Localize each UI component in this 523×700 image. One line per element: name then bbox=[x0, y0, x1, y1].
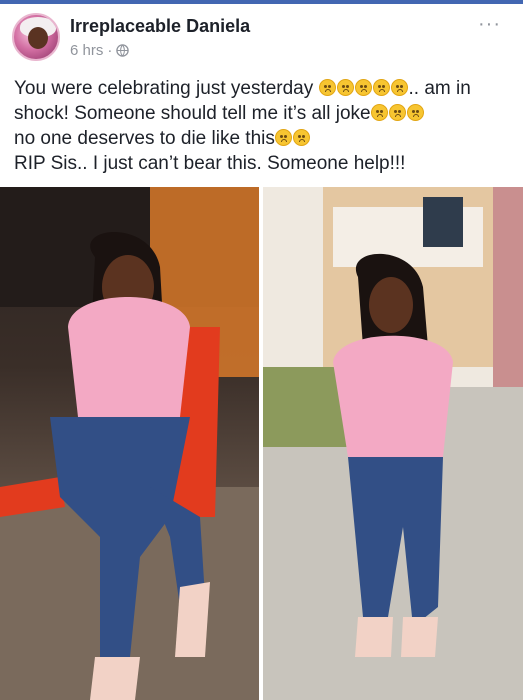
crying-emoji-icon bbox=[318, 79, 336, 96]
sad-emoji-icon bbox=[292, 129, 310, 146]
sad-emoji-icon bbox=[370, 104, 388, 121]
globe-icon bbox=[116, 44, 130, 57]
post-header: Irreplaceable Daniela 6 hrs · ··· bbox=[0, 4, 523, 66]
photo-grid bbox=[0, 187, 523, 700]
avatar[interactable] bbox=[12, 13, 60, 61]
crying-emoji-icon bbox=[274, 129, 292, 146]
sad-emoji-icon bbox=[390, 79, 408, 96]
post-meta: 6 hrs · bbox=[70, 42, 130, 59]
author-name[interactable]: Irreplaceable Daniela bbox=[70, 16, 250, 37]
meta-separator: · bbox=[107, 42, 113, 59]
sad-emoji-icon bbox=[388, 104, 406, 121]
post-text-part: RIP Sis.. I just can’t bear this. Someon… bbox=[14, 153, 406, 174]
post-text-part: no one deserves to die like this bbox=[14, 128, 275, 149]
crying-emoji-icon bbox=[336, 79, 354, 96]
photo-left[interactable] bbox=[0, 187, 259, 700]
crying-emoji-icon bbox=[354, 79, 372, 96]
crying-emoji-icon bbox=[372, 79, 390, 96]
more-options-icon[interactable]: ··· bbox=[478, 14, 501, 34]
post-text-part: You were celebrating just yesterday bbox=[14, 78, 319, 99]
post-time[interactable]: 6 hrs bbox=[70, 42, 103, 59]
post-text: You were celebrating just yesterday .. a… bbox=[14, 76, 514, 176]
photo-right[interactable] bbox=[263, 187, 523, 700]
sad-emoji-icon bbox=[406, 104, 424, 121]
avatar-face bbox=[28, 27, 48, 49]
